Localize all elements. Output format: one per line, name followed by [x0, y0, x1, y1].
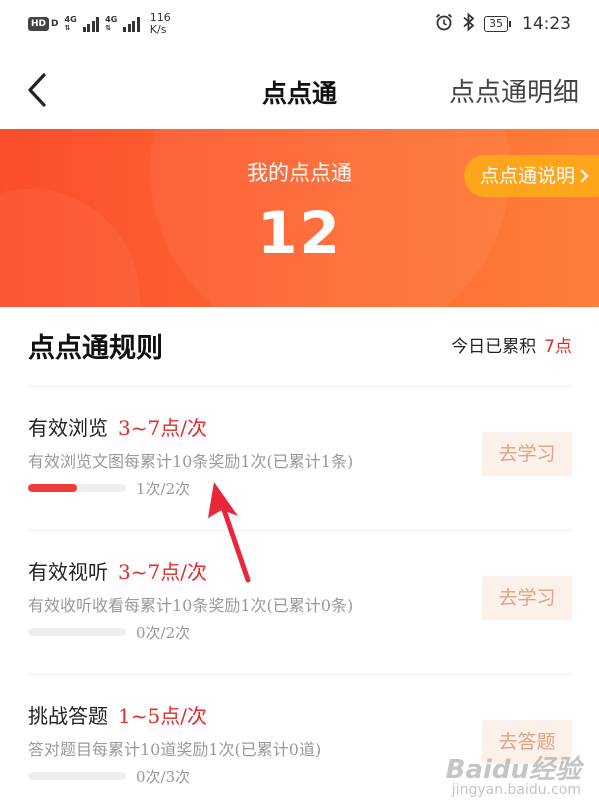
rule-name: 挑战答题 [28, 704, 108, 728]
status-right: 35 14:23 [434, 11, 571, 37]
rule-description: 有效收听收看每累计10条奖励1次(已累计0条) [28, 596, 354, 615]
alarm-icon [434, 12, 454, 37]
progress-text: 1次/2次 [136, 480, 191, 498]
signal-icon [82, 16, 100, 32]
progress-text: 0次/2次 [136, 624, 191, 642]
rule-points: 1~5点/次 [118, 704, 207, 728]
rule-title: 挑战答题 1~5点/次 [28, 700, 207, 729]
today-label: 今日已累积 [451, 337, 537, 357]
rules-header: 点点通规则 今日已累积 7点 [28, 326, 572, 364]
watermark: Baidu经验 jingyan.baidu.com [446, 757, 581, 797]
status-left: HD D 4G ⇅ 4G ⇅ 116 K/s [28, 12, 171, 36]
sim2-network: 4G ⇅ [105, 15, 118, 33]
d-indicator: D [51, 19, 59, 29]
watermark-brand: Baidu经验 [445, 755, 581, 785]
sim2-label: 4G [105, 15, 118, 24]
chevron-right-icon [580, 169, 589, 183]
progress-text: 0次/3次 [136, 768, 191, 786]
rule-description: 答对题目每累计10道奖励1次(已累计0道) [28, 740, 322, 759]
rule-item-media: 有效视听 3~7点/次 有效收听收看每累计10条奖励1次(已累计0条) 0次/2次… [28, 556, 572, 676]
points-banner: 我的点点通 12 点点通说明 [0, 129, 599, 307]
today-accumulated: 今日已累积 7点 [451, 332, 572, 357]
rule-title: 有效浏览 3~7点/次 [28, 412, 207, 441]
chevron-left-icon [28, 73, 46, 107]
rule-name: 有效浏览 [28, 416, 108, 440]
bluetooth-icon [462, 11, 476, 37]
rule-points: 3~7点/次 [118, 416, 207, 440]
sim1-label: 4G [64, 15, 77, 24]
back-button[interactable] [22, 70, 58, 110]
study-button[interactable]: 去学习 [482, 432, 572, 476]
signal-icon [123, 16, 140, 32]
rule-name: 有效视听 [28, 560, 108, 584]
detail-link[interactable]: 点点通明细 [449, 72, 579, 109]
divider [28, 530, 572, 531]
divider [28, 674, 572, 675]
study-button[interactable]: 去学习 [482, 576, 572, 620]
progress-bar [28, 484, 126, 492]
rules-title: 点点通规则 [28, 333, 163, 364]
rule-item-browse: 有效浏览 3~7点/次 有效浏览文图每累计10条奖励1次(已累计1条) 1次/2次… [28, 412, 572, 532]
points-total: 12 [257, 199, 342, 267]
rule-title: 有效视听 3~7点/次 [28, 556, 207, 585]
progress-fill [28, 484, 77, 492]
explain-button-label: 点点通说明 [479, 165, 575, 187]
rule-points: 3~7点/次 [118, 560, 207, 584]
progress-bar [28, 628, 126, 636]
network-speed: 116 K/s [150, 12, 171, 36]
progress-bar [28, 772, 126, 780]
nav-bar: 点点通 点点通明细 [0, 56, 599, 124]
explain-button[interactable]: 点点通说明 [463, 155, 599, 197]
status-bar: HD D 4G ⇅ 4G ⇅ 116 K/s 35 14:23 [0, 0, 599, 48]
sim1-network: 4G ⇅ [64, 15, 77, 33]
divider [28, 386, 572, 387]
speed-unit: K/s [149, 23, 167, 36]
clock: 14:23 [522, 14, 571, 34]
watermark-site: jingyan.baidu.com [451, 782, 581, 798]
battery-indicator: 35 [484, 16, 511, 32]
today-value: 7点 [544, 337, 572, 357]
hd-badge: HD [28, 17, 50, 31]
rule-description: 有效浏览文图每累计10条奖励1次(已累计1条) [28, 452, 354, 471]
